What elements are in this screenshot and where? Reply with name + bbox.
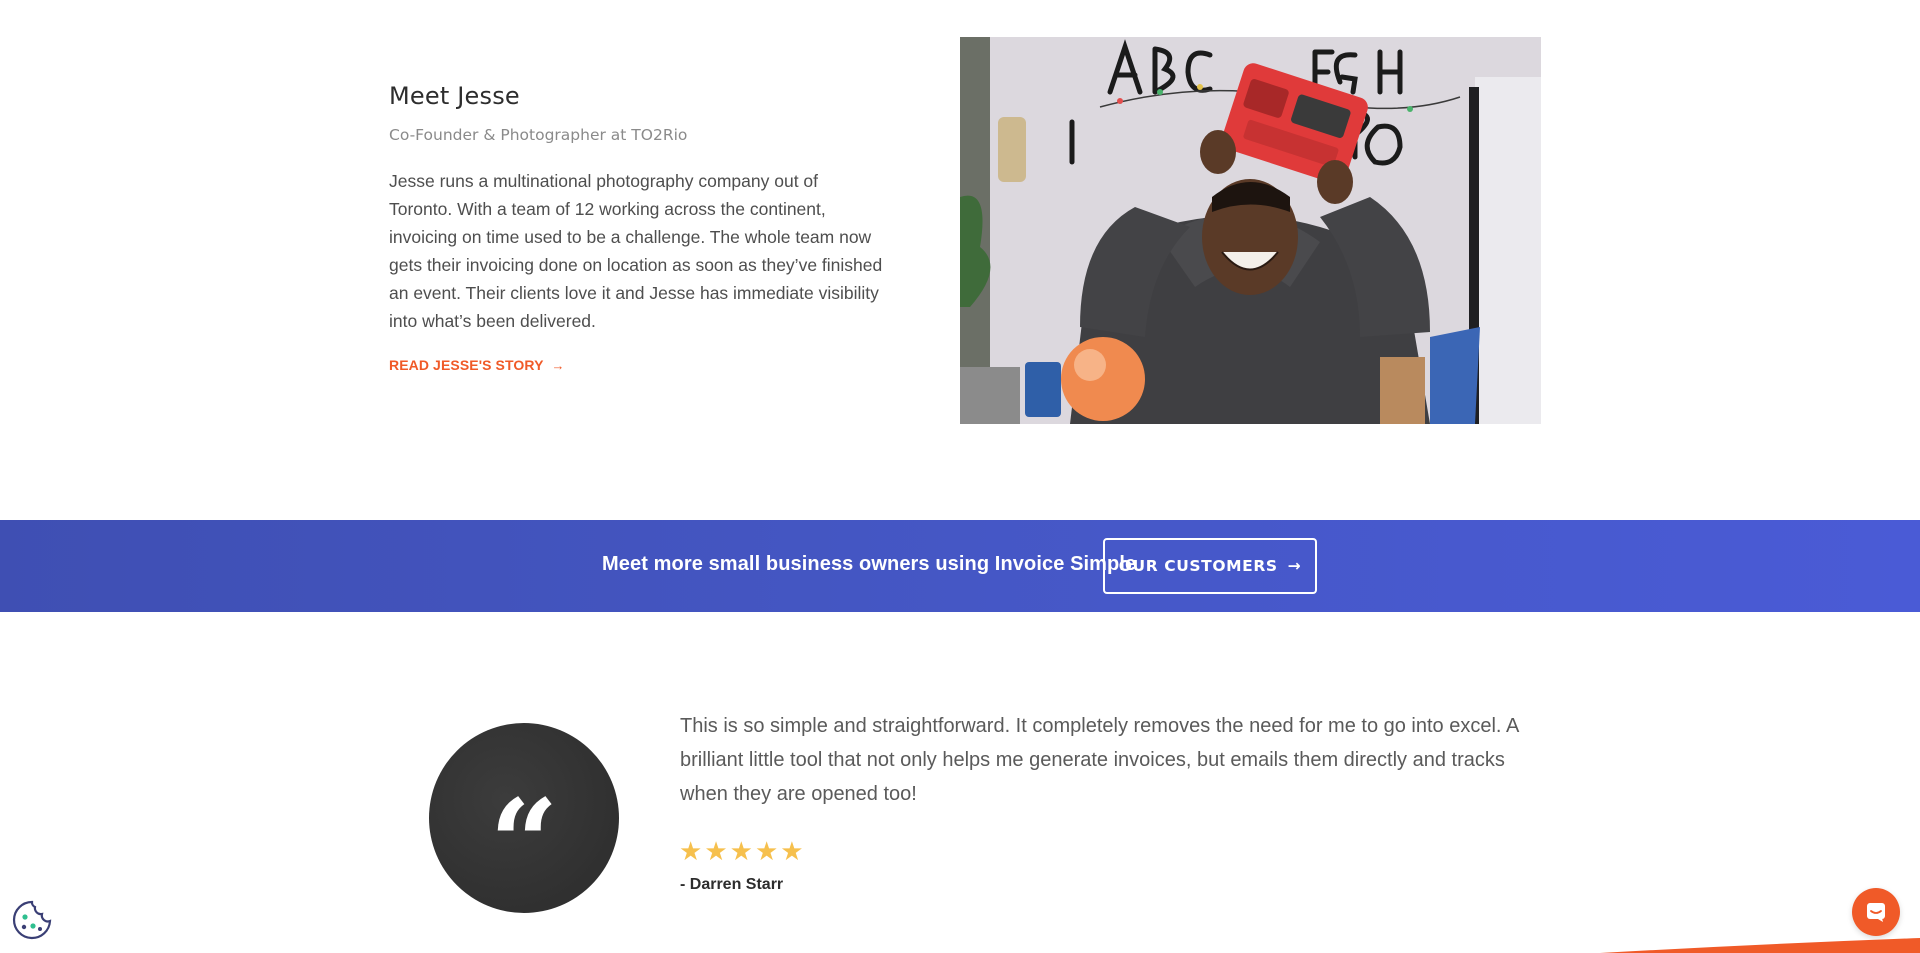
customer-story-section: Meet Jesse Co-Founder & Photographer at … bbox=[0, 0, 1920, 520]
read-story-link-label: READ JESSE'S STORY bbox=[389, 357, 544, 373]
story-text-block: Meet Jesse Co-Founder & Photographer at … bbox=[389, 82, 889, 375]
chat-button[interactable] bbox=[1852, 888, 1900, 936]
arrow-right-icon: → bbox=[551, 357, 565, 373]
story-title: Meet Jesse bbox=[389, 82, 520, 110]
star-rating: ★ ★ ★ ★ ★ bbox=[679, 838, 804, 864]
quote-badge: “ bbox=[429, 723, 619, 913]
testimonial-text: This is so simple and straightforward. I… bbox=[680, 715, 1519, 805]
customer-photo-illustration bbox=[960, 37, 1541, 424]
banner-text: Meet more small business owners using In… bbox=[602, 553, 1137, 575]
cookie-icon bbox=[12, 900, 52, 940]
story-subtitle: Co-Founder & Photographer at TO2Rio bbox=[389, 126, 688, 144]
customers-banner: Meet more small business owners using In… bbox=[0, 520, 1920, 612]
arrow-right-icon: → bbox=[1287, 557, 1302, 575]
testimonial-author: - Darren Starr bbox=[680, 876, 784, 893]
story-body: Jesse runs a multinational photography c… bbox=[389, 171, 883, 331]
our-customers-button-label: OUR CUSTOMERS bbox=[1118, 557, 1278, 575]
star-icon: ★ bbox=[754, 836, 779, 866]
star-icon: ★ bbox=[679, 836, 703, 866]
our-customers-button[interactable]: OUR CUSTOMERS → bbox=[1103, 538, 1317, 594]
chat-icon bbox=[1867, 903, 1885, 922]
star-icon: ★ bbox=[729, 836, 753, 866]
cookie-settings-button[interactable] bbox=[11, 899, 53, 941]
quote-mark-icon: “ bbox=[489, 773, 559, 914]
star-icon: ★ bbox=[780, 836, 804, 866]
read-story-link[interactable]: READ JESSE'S STORY → bbox=[389, 357, 565, 373]
decorative-corner-stripe bbox=[1600, 938, 1920, 953]
customer-photo bbox=[960, 37, 1541, 424]
star-icon: ★ bbox=[704, 836, 728, 866]
